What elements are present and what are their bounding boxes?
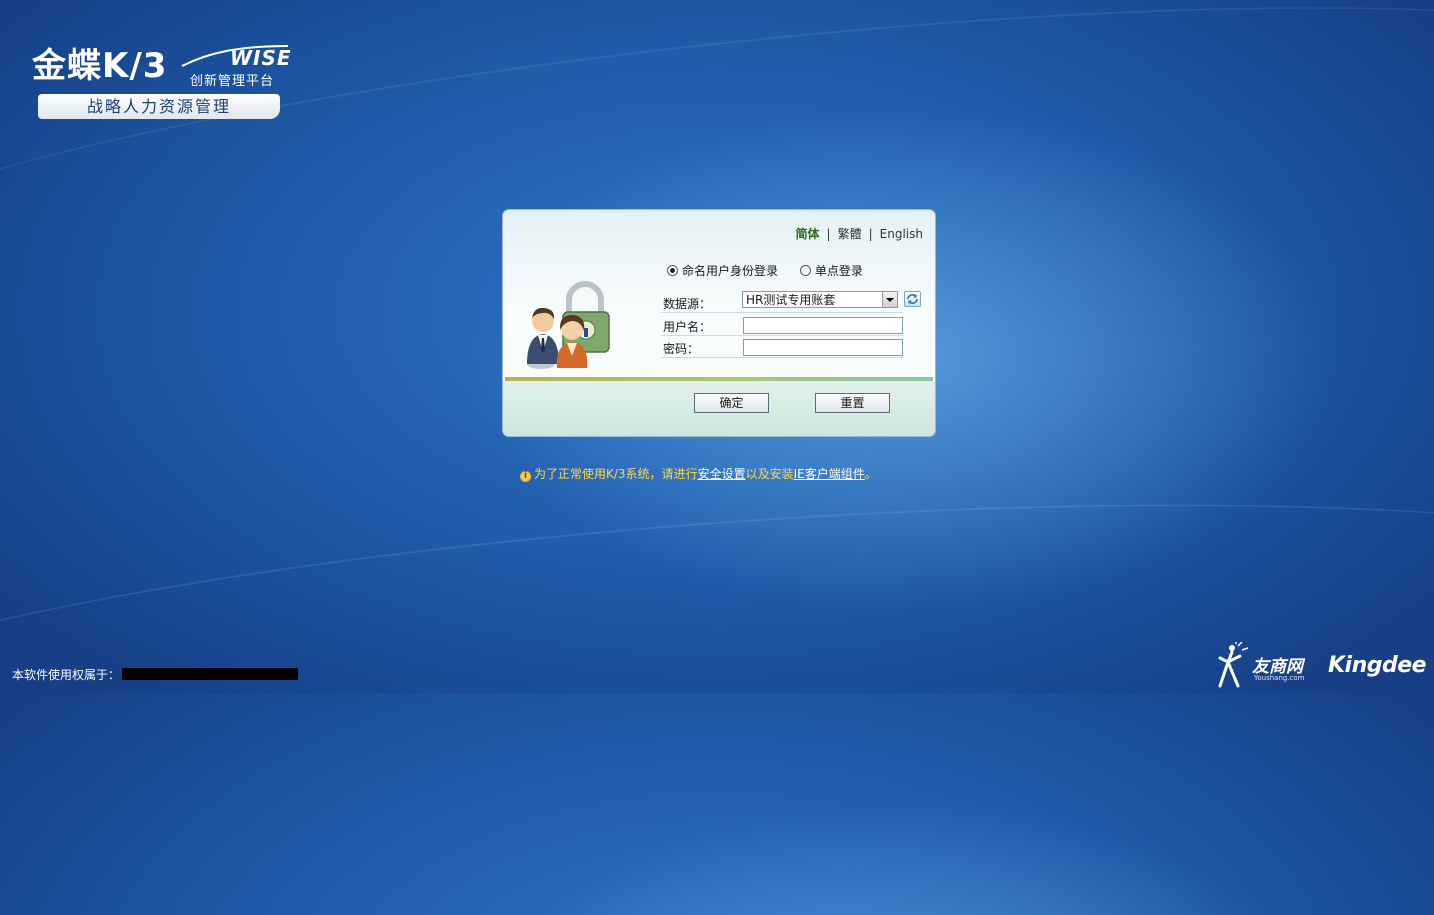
field-divider — [661, 335, 903, 336]
kingdee-logo: 金蝶K/3 WISE 创新管理平台 战略人力资源管理 — [30, 42, 292, 122]
radio-sso[interactable] — [799, 265, 811, 276]
password-input[interactable] — [743, 339, 903, 356]
youshang-domain: Youshang.com — [1254, 674, 1305, 682]
lang-traditional[interactable]: 繁體 — [838, 227, 862, 241]
notice-middle: 以及安装 — [745, 467, 794, 481]
password-label: 密码： — [663, 342, 700, 356]
radio-named-user-label[interactable]: 命名用户身份登录 — [682, 264, 778, 278]
lang-separator: | — [868, 227, 873, 241]
kingdee-wordmark: Kingdee — [1328, 653, 1427, 678]
lang-separator: | — [826, 227, 831, 241]
confirm-button[interactable]: 确定 — [694, 393, 769, 413]
username-label: 用户名： — [663, 320, 712, 334]
notice-suffix: 。 — [864, 467, 877, 481]
logo-text: 金蝶K/3 — [32, 46, 168, 86]
login-panel: 简体 | 繁體 | English 命名用户身份登录 单点登录 数据源： HR测试专用账… — [502, 209, 936, 437]
security-settings-link[interactable]: 安全设置 — [698, 467, 746, 481]
refresh-icon — [907, 294, 918, 304]
ie-component-link[interactable]: IE客户端组件 — [794, 467, 865, 481]
users-lock-icon — [527, 281, 610, 369]
language-switcher: 简体 | 繁體 | English — [794, 225, 925, 242]
datasource-value: HR测试专用账套 — [746, 293, 836, 307]
security-notice: i 为了正常使用K/3系统，请进行安全设置以及安装IE客户端组件。 — [520, 465, 877, 482]
product-name: 战略人力资源管理 — [38, 94, 280, 119]
logo-wise: WISE — [230, 46, 292, 70]
radio-sso-label[interactable]: 单点登录 — [815, 264, 863, 278]
radio-named-user[interactable] — [667, 265, 678, 276]
reset-button[interactable]: 重置 — [815, 393, 890, 413]
youshang-figure-icon — [1218, 642, 1249, 688]
chevron-down-icon[interactable] — [882, 292, 897, 307]
lang-english[interactable]: English — [880, 227, 923, 241]
logo-slogan: 创新管理平台 — [190, 74, 275, 89]
license-owner-redacted — [122, 668, 299, 680]
license-owner: 本软件使用权属于： — [12, 666, 299, 683]
field-divider — [661, 312, 903, 313]
notice-prefix: 为了正常使用K/3系统，请进行 — [534, 467, 698, 481]
username-input[interactable] — [743, 317, 903, 334]
lang-simplified[interactable]: 简体 — [796, 227, 820, 241]
info-icon: i — [520, 471, 531, 482]
refresh-datasource-button[interactable] — [904, 291, 921, 307]
login-mode-group: 命名用户身份登录 单点登录 — [667, 262, 881, 279]
datasource-select[interactable]: HR测试专用账套 — [742, 291, 898, 308]
license-owner-label: 本软件使用权属于： — [12, 668, 121, 682]
field-divider — [661, 357, 903, 358]
datasource-label: 数据源： — [663, 297, 712, 311]
